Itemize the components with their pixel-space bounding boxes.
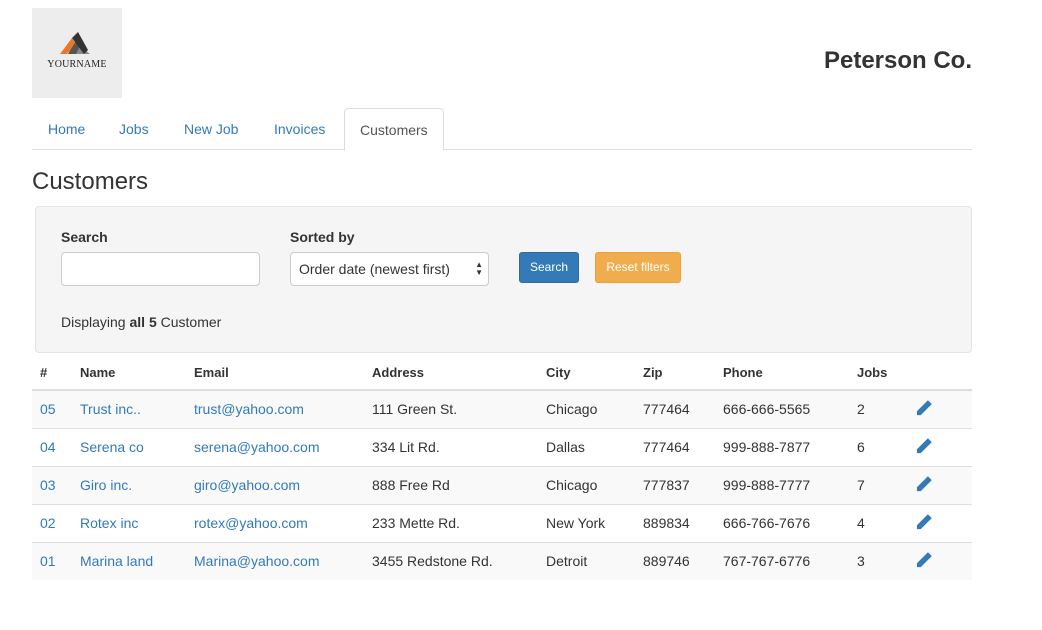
customer-id-link[interactable]: 01	[40, 553, 56, 569]
customer-address: 111 Green St.	[364, 389, 538, 428]
column-header-actions	[907, 356, 972, 391]
search-input[interactable]	[61, 252, 260, 286]
table-row: 01 Marina land Marina@yahoo.com 3455 Red…	[32, 541, 972, 580]
customer-name-link[interactable]: Marina land	[80, 553, 153, 569]
customer-name-link[interactable]: Giro inc.	[80, 477, 132, 493]
customer-name-link[interactable]: Trust inc..	[80, 401, 141, 417]
customer-phone: 999-888-7877	[715, 427, 849, 466]
column-header: Name	[72, 356, 186, 391]
customer-email-link[interactable]: serena@yahoo.com	[194, 439, 320, 455]
customer-email-link[interactable]: Marina@yahoo.com	[194, 553, 320, 569]
pencil-icon[interactable]	[915, 551, 933, 572]
tab-home[interactable]: Home	[48, 108, 85, 150]
column-header: Jobs	[849, 356, 907, 391]
column-header: Zip	[635, 356, 715, 391]
sort-label: Sorted by	[290, 229, 355, 245]
sort-select-value: Order date (newest first)	[299, 261, 450, 277]
customer-id-link[interactable]: 03	[40, 477, 56, 493]
search-label: Search	[61, 229, 108, 245]
customer-jobs: 6	[849, 427, 907, 466]
customer-address: 888 Free Rd	[364, 465, 538, 504]
customers-table: # Name Email Address City Zip Phone Jobs…	[32, 356, 972, 580]
result-count-value: all 5	[129, 314, 157, 330]
customer-city: Chicago	[538, 465, 635, 504]
customer-address: 233 Mette Rd.	[364, 503, 538, 542]
logo-mark-icon	[60, 32, 90, 54]
customer-address: 334 Lit Rd.	[364, 427, 538, 466]
customer-zip: 889746	[635, 541, 715, 580]
search-button[interactable]: Search	[519, 252, 579, 283]
updown-arrows-icon: ▲ ▼	[475, 260, 483, 277]
table-row: 04 Serena co serena@yahoo.com 334 Lit Rd…	[32, 427, 972, 466]
customer-id-link[interactable]: 02	[40, 515, 56, 531]
table-row: 05 Trust inc.. trust@yahoo.com 111 Green…	[32, 389, 972, 428]
result-count-prefix: Displaying	[61, 314, 130, 330]
customer-phone: 999-888-7777	[715, 465, 849, 504]
tab-new-job[interactable]: New Job	[184, 108, 238, 150]
table-row: 03 Giro inc. giro@yahoo.com 888 Free Rd …	[32, 465, 972, 504]
customer-address: 3455 Redstone Rd.	[364, 541, 538, 580]
customer-city: Detroit	[538, 541, 635, 580]
column-header: #	[32, 356, 72, 391]
customer-name-link[interactable]: Serena co	[80, 439, 144, 455]
result-count-suffix: Customer	[156, 314, 222, 330]
customer-name-link[interactable]: Rotex inc	[80, 515, 138, 531]
customer-jobs: 3	[849, 541, 907, 580]
company-name: Peterson Co.	[823, 47, 972, 74]
customer-zip: 777837	[635, 465, 715, 504]
customer-phone: 666-666-5565	[715, 389, 849, 428]
customer-id-link[interactable]: 04	[40, 439, 56, 455]
customer-city: New York	[538, 503, 635, 542]
customer-zip: 889834	[635, 503, 715, 542]
customer-zip: 777464	[635, 427, 715, 466]
column-header: Address	[364, 356, 538, 391]
customer-zip: 777464	[635, 389, 715, 428]
customer-email-link[interactable]: giro@yahoo.com	[194, 477, 300, 493]
column-header: Email	[186, 356, 364, 391]
customer-phone: 666-766-7676	[715, 503, 849, 542]
logo[interactable]: YOURNAME	[32, 8, 122, 98]
filter-panel: Search Sorted by Order date (newest firs…	[35, 206, 972, 353]
customer-id-link[interactable]: 05	[40, 401, 56, 417]
customer-email-link[interactable]: rotex@yahoo.com	[194, 515, 308, 531]
page-title: Customers	[32, 168, 149, 195]
pencil-icon[interactable]	[915, 475, 933, 496]
main-nav: Home Jobs New Job Invoices Customers	[32, 108, 972, 151]
table-row: 02 Rotex inc rotex@yahoo.com 233 Mette R…	[32, 503, 972, 542]
pencil-icon[interactable]	[915, 399, 933, 420]
sort-select[interactable]: Order date (newest first) ▲ ▼	[290, 252, 489, 286]
table-header-row: # Name Email Address City Zip Phone Jobs	[32, 356, 972, 391]
customer-phone: 767-767-6776	[715, 541, 849, 580]
logo-text: YOURNAME	[47, 59, 107, 70]
column-header: Phone	[715, 356, 849, 391]
pencil-icon[interactable]	[915, 437, 933, 458]
result-count-text: Displaying all 5 Customer	[61, 314, 221, 330]
reset-filters-button[interactable]: Reset filters	[595, 252, 681, 283]
customer-email-link[interactable]: trust@yahoo.com	[194, 401, 304, 417]
pencil-icon[interactable]	[915, 513, 933, 534]
customer-jobs: 2	[849, 389, 907, 428]
tab-jobs[interactable]: Jobs	[119, 108, 149, 150]
column-header: City	[538, 356, 635, 391]
customer-city: Chicago	[538, 389, 635, 428]
tab-invoices[interactable]: Invoices	[274, 108, 325, 150]
customer-city: Dallas	[538, 427, 635, 466]
tab-customers[interactable]: Customers	[344, 108, 444, 151]
customer-jobs: 4	[849, 503, 907, 542]
customer-jobs: 7	[849, 465, 907, 504]
